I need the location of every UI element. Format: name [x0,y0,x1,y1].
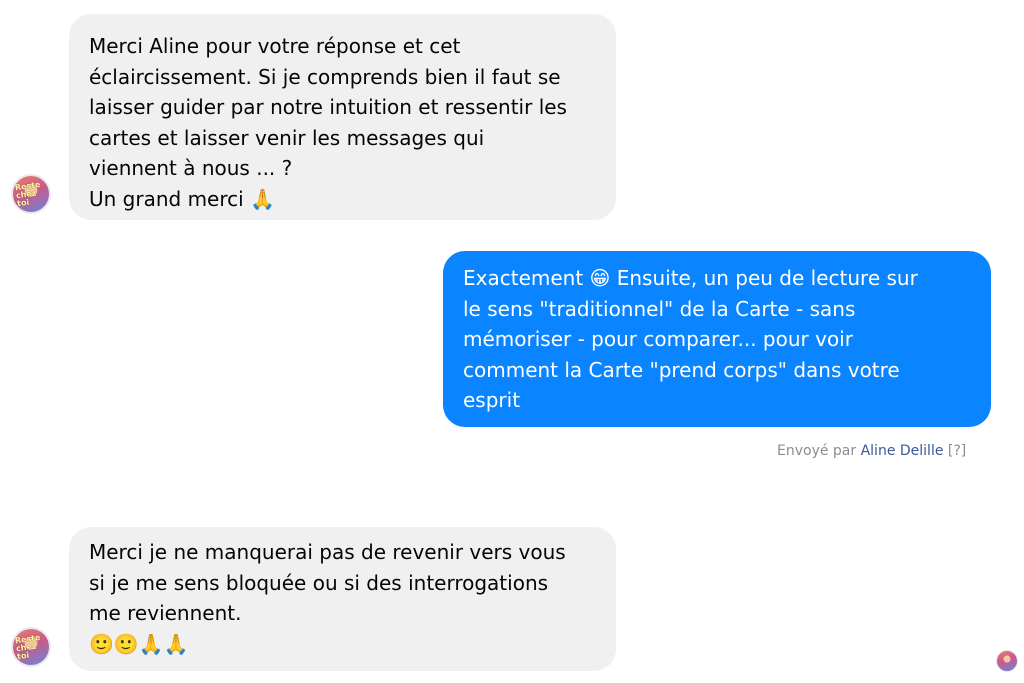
sent-by-label: Envoyé par Aline Delille [?] [777,443,966,459]
sender-avatar[interactable]: Reste chez toi [11,174,51,214]
message-bubble-outgoing[interactable]: Exactement 😁 Ensuite, un peu de lecture … [443,251,991,427]
message-bubble-incoming[interactable]: Merci Aline pour votre réponse et cet éc… [69,14,616,220]
sender-name-link[interactable]: Aline Delille [861,443,944,459]
sent-by-prefix: Envoyé par [777,443,857,459]
message-bubble-incoming[interactable]: Merci je ne manquerai pas de revenir ver… [69,527,616,671]
avatar-text: Reste chez toi [14,632,41,662]
avatar-text: Reste chez toi [14,179,41,209]
help-link[interactable]: [?] [948,443,966,459]
sender-avatar[interactable]: Reste chez toi [11,627,51,667]
read-receipt-avatar-icon [996,650,1018,672]
